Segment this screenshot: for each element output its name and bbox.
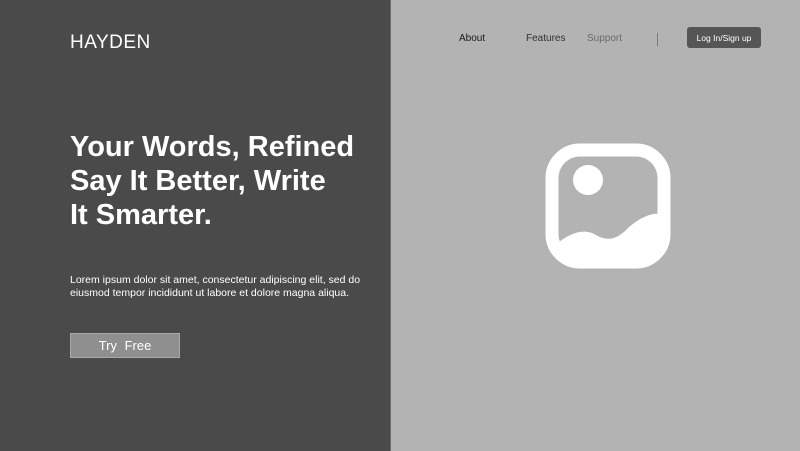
headline-line: It Smarter.: [70, 199, 212, 231]
nav-link-about[interactable]: About: [459, 33, 485, 44]
nav-link-support[interactable]: Support: [587, 33, 622, 44]
try-free-button[interactable]: Try Free: [70, 333, 180, 358]
login-signup-button[interactable]: Log In/Sign up: [687, 27, 761, 48]
nav-divider: [657, 33, 658, 46]
media-panel: About Features Support Log In/Sign up: [390, 0, 800, 451]
hero-panel: HAYDEN Your Words, Refined Say It Better…: [0, 0, 390, 451]
hero-description: Lorem ipsum dolor sit amet, consectetur …: [70, 274, 361, 299]
nav-link-features[interactable]: Features: [526, 33, 565, 44]
headline-line: Say It Better, Write: [70, 165, 326, 197]
image-placeholder-icon: [545, 143, 671, 269]
headline-line: Your Words, Refined: [70, 131, 355, 163]
brand-logo[interactable]: HAYDEN: [70, 32, 151, 54]
landing-page: HAYDEN Your Words, Refined Say It Better…: [0, 0, 800, 451]
hero-headline: Your Words, Refined Say It Better, Write…: [70, 130, 380, 232]
